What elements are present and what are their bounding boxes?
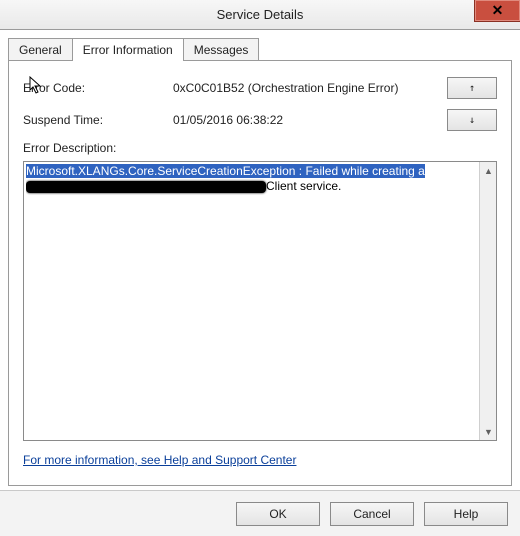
tab-error-information[interactable]: Error Information — [72, 38, 184, 61]
label-suspend-time: Suspend Time: — [23, 113, 173, 127]
error-description-box[interactable]: Microsoft.XLANGs.Core.ServiceCreationExc… — [23, 161, 497, 441]
close-icon: ✕ — [492, 2, 504, 19]
row-suspend-time: Suspend Time: 01/05/2016 06:38:22 ↓ — [23, 109, 497, 131]
title-bar: Service Details ✕ — [0, 0, 520, 30]
description-line-1: Microsoft.XLANGs.Core.ServiceCreationExc… — [26, 164, 425, 178]
prev-error-button[interactable]: ↑ — [447, 77, 497, 99]
value-suspend-time: 01/05/2016 06:38:22 — [173, 113, 439, 127]
row-error-code: Error Code: 0xC0C01B52 (Orchestration En… — [23, 77, 497, 99]
close-button[interactable]: ✕ — [474, 0, 520, 22]
help-button[interactable]: Help — [424, 502, 508, 526]
error-description-text: Microsoft.XLANGs.Core.ServiceCreationExc… — [26, 164, 478, 438]
scroll-up-icon[interactable]: ▲ — [480, 162, 497, 179]
arrow-up-icon: ↑ — [469, 83, 475, 94]
tab-panel-error-information: Error Code: 0xC0C01B52 (Orchestration En… — [8, 60, 512, 486]
ok-button[interactable]: OK — [236, 502, 320, 526]
scroll-down-icon[interactable]: ▼ — [480, 423, 497, 440]
label-error-code: Error Code: — [23, 81, 173, 95]
help-and-support-link[interactable]: For more information, see Help and Suppo… — [23, 453, 296, 467]
window-title: Service Details — [217, 7, 304, 22]
dialog-footer: OK Cancel Help — [0, 490, 520, 536]
redacted-text — [26, 181, 266, 193]
value-error-code: 0xC0C01B52 (Orchestration Engine Error) — [173, 81, 439, 95]
description-line-2-suffix: Client service. — [266, 179, 341, 193]
dialog-content: General Error Information Messages Error… — [8, 36, 512, 486]
next-error-button[interactable]: ↓ — [447, 109, 497, 131]
tab-messages[interactable]: Messages — [183, 38, 260, 61]
dialog-window: Service Details ✕ General Error Informat… — [0, 0, 520, 536]
vertical-scrollbar[interactable]: ▲ ▼ — [479, 162, 496, 440]
tab-general[interactable]: General — [8, 38, 73, 61]
cancel-button[interactable]: Cancel — [330, 502, 414, 526]
label-error-description: Error Description: — [23, 141, 497, 155]
arrow-down-icon: ↓ — [469, 115, 475, 126]
tab-strip: General Error Information Messages — [8, 36, 512, 60]
